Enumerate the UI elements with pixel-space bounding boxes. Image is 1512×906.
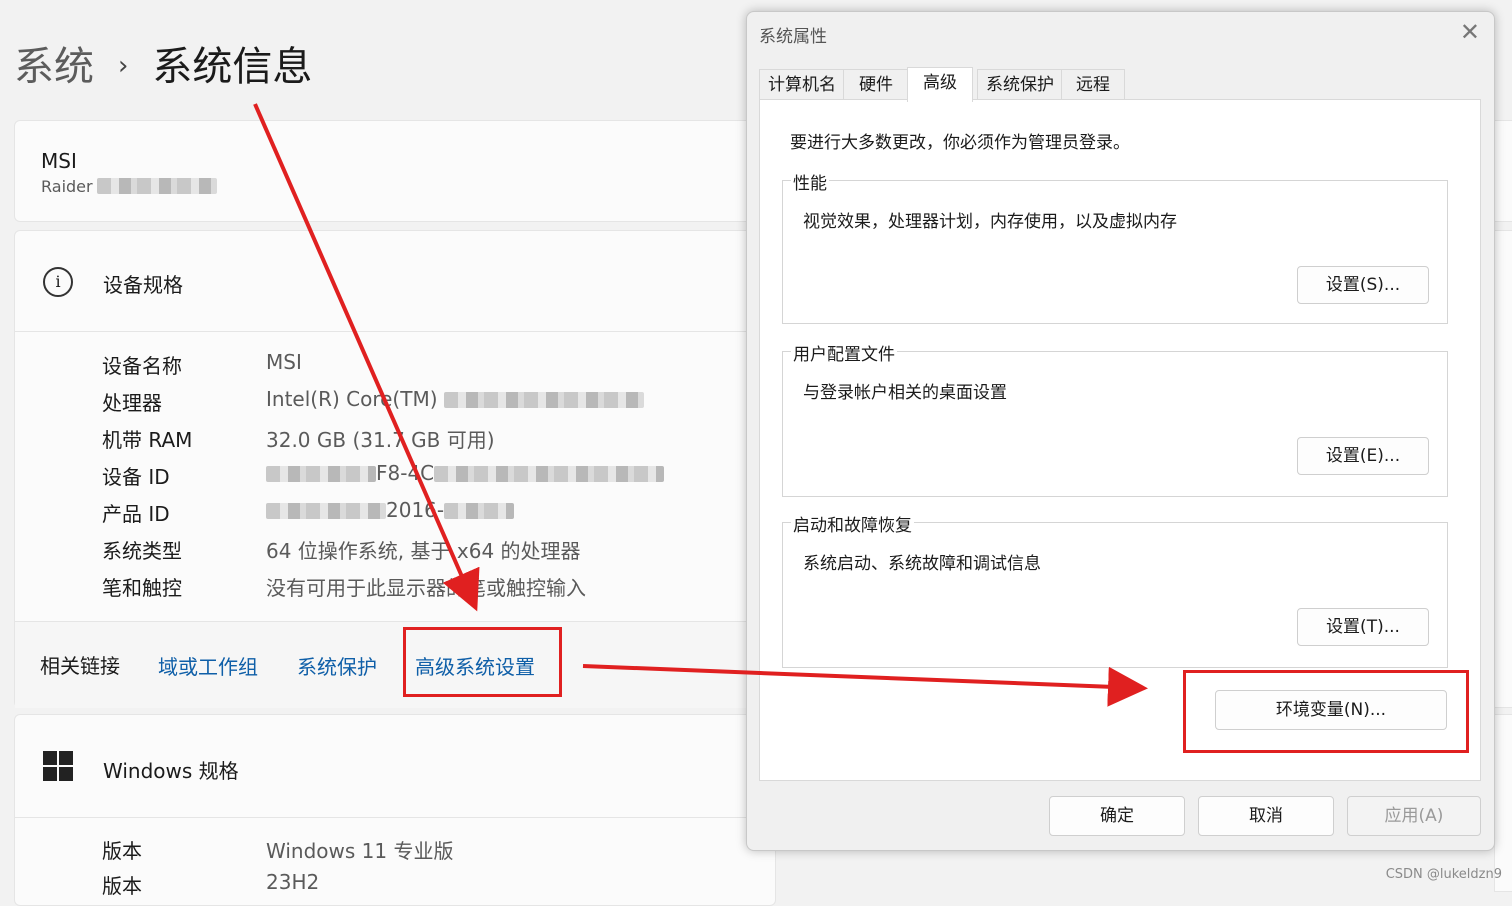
tab-advanced[interactable]: 高级 <box>907 67 973 102</box>
arrow-to-env-variables <box>582 664 1148 707</box>
arrow-to-advanced-settings <box>253 103 480 612</box>
watermark: CSDN @lukeldzn9 <box>1385 867 1502 882</box>
annotation-arrows <box>253 103 1148 707</box>
